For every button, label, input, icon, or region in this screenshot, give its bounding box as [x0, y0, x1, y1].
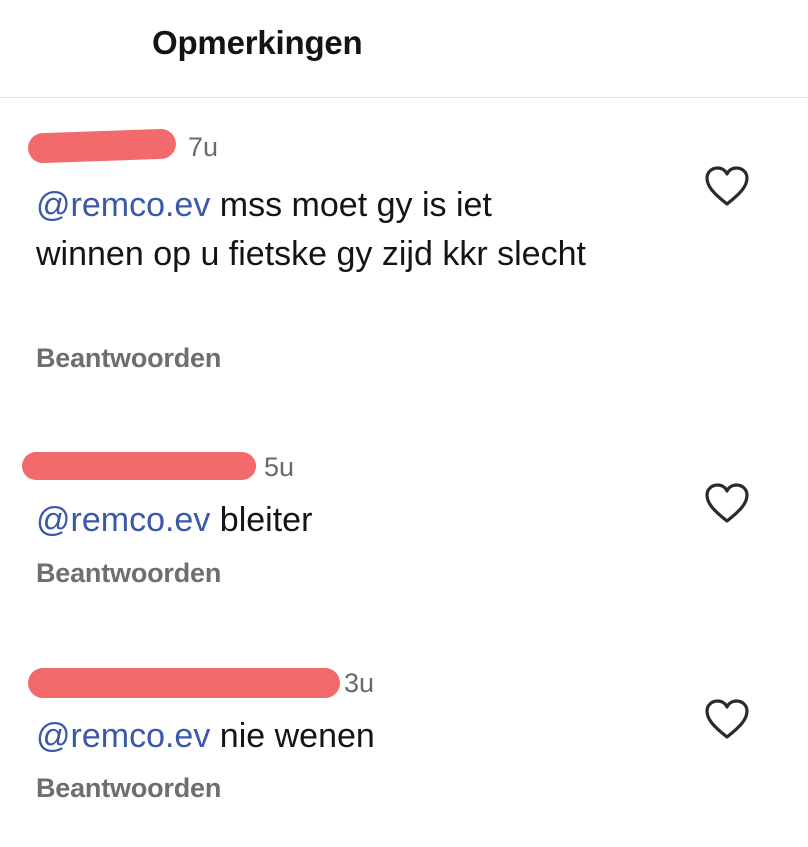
heart-outline-icon: [705, 166, 749, 206]
comment-body: bleiter: [210, 501, 313, 539]
comment-text: @remco.ev nie wenen: [36, 712, 596, 761]
comment-timestamp: 7u: [188, 132, 219, 162]
comments-header: Opmerkingen: [0, 0, 808, 98]
comment-timestamp: 3u: [344, 668, 375, 698]
comment-timestamp: 5u: [264, 452, 295, 482]
like-button[interactable]: [703, 697, 751, 741]
reply-button[interactable]: Beantwoorden: [36, 558, 221, 589]
reply-button[interactable]: Beantwoorden: [36, 773, 221, 804]
like-button[interactable]: [703, 481, 751, 525]
comment-text: @remco.ev mss moet gy is iet winnen op u…: [36, 181, 596, 279]
comment-body: nie wenen: [210, 717, 375, 755]
comment-text: @remco.ev bleiter: [36, 496, 596, 545]
reply-button[interactable]: Beantwoorden: [36, 343, 221, 374]
heart-outline-icon: [705, 483, 749, 523]
mention-link[interactable]: @remco.ev: [36, 501, 210, 539]
redacted-username: [28, 668, 340, 698]
redacted-username: [22, 452, 256, 480]
heart-outline-icon: [705, 699, 749, 739]
redacted-username: [27, 128, 177, 164]
mention-link[interactable]: @remco.ev: [36, 717, 210, 755]
like-button[interactable]: [703, 164, 751, 208]
page-title: Opmerkingen: [152, 24, 363, 61]
mention-link[interactable]: @remco.ev: [36, 186, 210, 224]
